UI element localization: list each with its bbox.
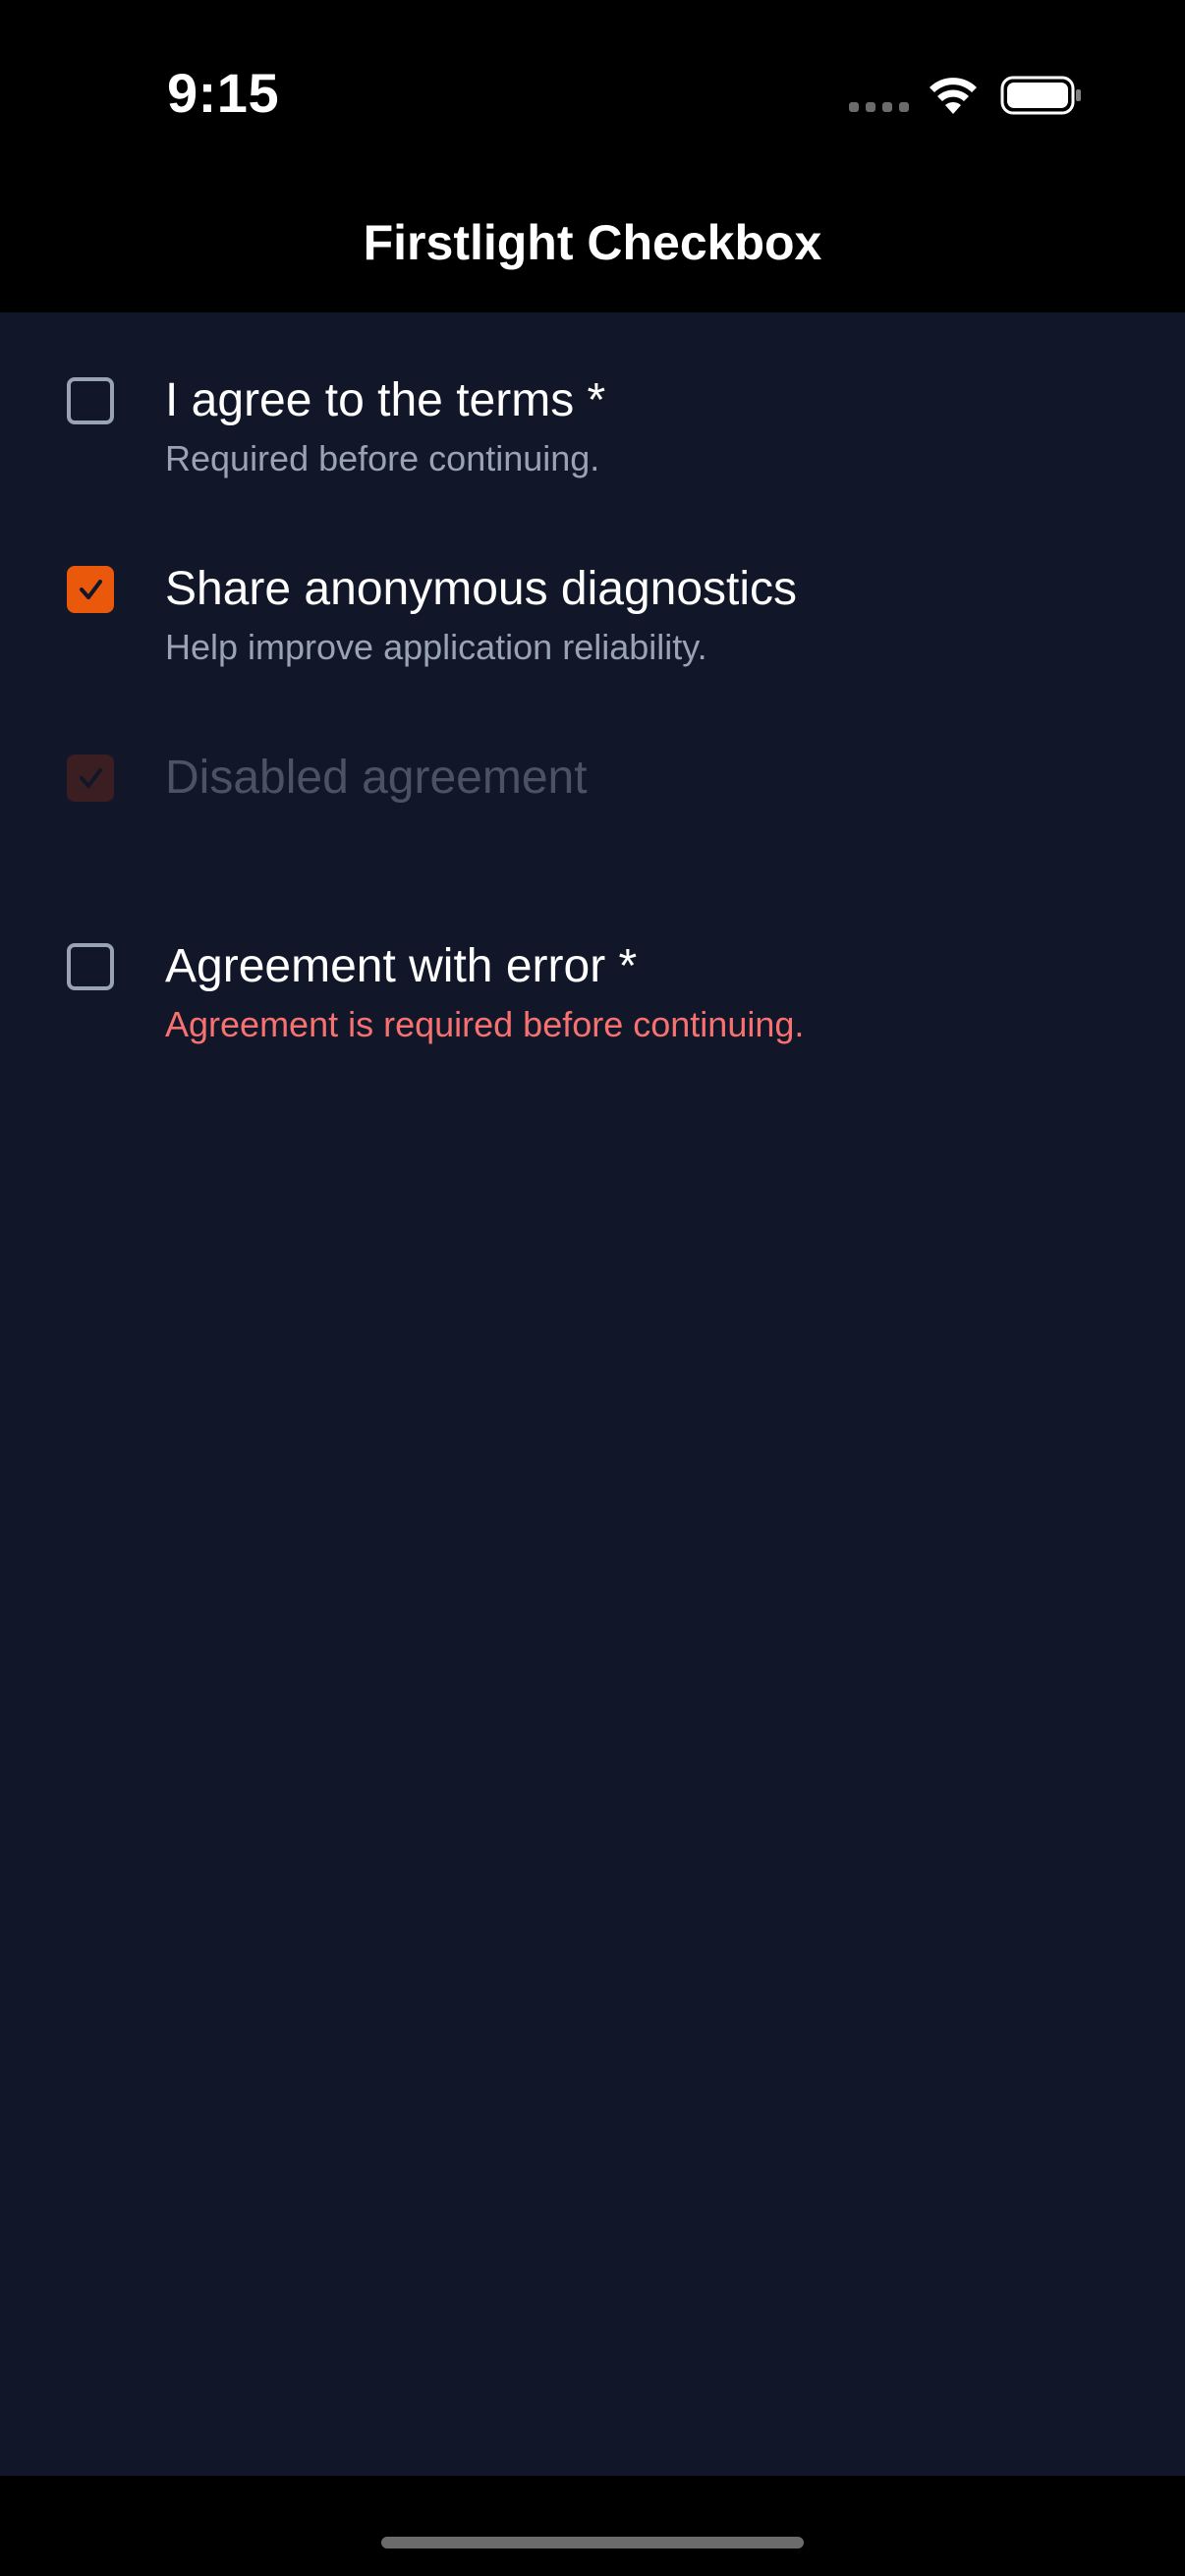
checkmark-icon (80, 768, 102, 788)
helper-text: Help improve application reliability. (165, 627, 707, 667)
wifi-icon (930, 78, 977, 114)
page-title: Firstlight Checkbox (363, 215, 822, 270)
checkbox-item-diagnostics[interactable]: Share anonymous diagnostics Help improve… (0, 501, 1185, 667)
helper-text: Required before continuing. (165, 438, 600, 478)
checkbox-label: Share anonymous diagnostics (165, 563, 798, 615)
checkbox-label: I agree to the terms * (165, 374, 606, 426)
checkmark-icon (80, 580, 102, 599)
checkbox-list: I agree to the terms * Required before c… (0, 312, 1185, 2476)
checkbox-item-terms[interactable]: I agree to the terms * Required before c… (0, 312, 1185, 478)
checkbox-unchecked[interactable] (67, 377, 114, 424)
battery-icon (1000, 76, 1081, 115)
checkbox-checked-disabled (67, 755, 114, 802)
status-time: 9:15 (167, 62, 280, 124)
error-text: Agreement is required before continuing. (165, 1004, 805, 1044)
checkbox-item-error[interactable]: Agreement with error * Agreement is requ… (0, 878, 1185, 1044)
home-indicator[interactable] (381, 2537, 804, 2548)
checkbox-item-disabled: Disabled agreement (0, 690, 1185, 837)
checkbox-checked[interactable] (67, 566, 114, 613)
status-bar: 9:15 Firstlight Checkbox (0, 0, 1185, 270)
checkbox-label: Disabled agreement (165, 752, 588, 804)
checkbox-unchecked[interactable] (67, 943, 114, 990)
cellular-signal-icon (849, 102, 909, 112)
checkbox-label: Agreement with error * (165, 940, 638, 992)
